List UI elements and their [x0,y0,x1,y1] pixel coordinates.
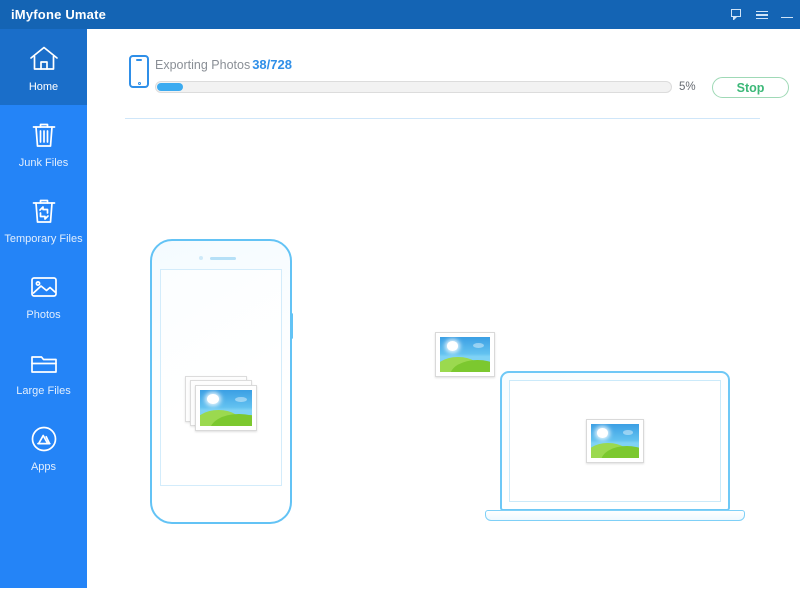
cloud-shape [622,430,634,435]
minimize-icon[interactable] [780,8,794,22]
app-store-icon [27,422,61,456]
photo-image [591,424,639,458]
app-title: iMyfone Umate [11,7,107,22]
laptop-base [485,510,745,521]
sidebar-item-photos[interactable]: Photos [0,257,87,333]
laptop-screen [509,380,721,502]
stop-button[interactable]: Stop [712,77,789,98]
phone-screen [160,269,282,486]
photo-image [200,390,252,426]
sidebar-item-temporary-files[interactable]: Temporary Files [0,181,87,257]
progress-percent: 5% [679,81,696,93]
photo-stack-icon [185,376,259,432]
photo-thumbnail [586,419,644,463]
cloud-shape [235,397,247,403]
sidebar-item-large-files[interactable]: Large Files [0,333,87,409]
iphone-illustration [150,239,293,524]
sidebar-item-label: Junk Files [18,156,69,169]
sidebar: Home Junk Files Temporary Files Photos L… [0,29,87,588]
phone-icon [129,55,149,88]
recycle-trash-icon [27,194,61,228]
main-content: Exporting Photos 38/728 5% Stop [87,29,800,588]
home-icon [27,42,61,76]
app-window: iMyfone Umate Home Junk Files Temporary … [0,0,800,600]
sidebar-item-home[interactable]: Home [0,29,87,105]
window-controls [730,0,794,29]
feedback-icon[interactable] [730,8,744,22]
sun-shape [446,341,458,351]
sidebar-item-label: Temporary Files [4,232,83,245]
sidebar-item-junk-files[interactable]: Junk Files [0,105,87,181]
photo-image [440,337,490,372]
menu-icon[interactable] [755,8,769,22]
phone-speaker [210,257,236,260]
sidebar-item-label: Home [28,80,59,93]
progress-status-text: Exporting Photos [155,58,251,72]
phone-side-button [290,313,293,339]
sidebar-item-label: Large Files [16,384,71,397]
phone-camera-dot [199,256,203,260]
folder-icon [27,346,61,380]
title-bar: iMyfone Umate [0,0,800,29]
progress-bar-fill [157,83,183,91]
cloud-shape [473,343,484,349]
sidebar-item-label: Apps [30,460,57,473]
photo-icon [27,270,61,304]
sidebar-item-apps[interactable]: Apps [0,409,87,485]
progress-panel: Exporting Photos 38/728 5% Stop [87,29,800,119]
sun-shape [597,428,608,438]
photo-thumbnail [195,385,257,431]
laptop-lid [500,371,730,511]
progress-status: Exporting Photos 38/728 [155,57,292,72]
laptop-illustration [485,371,745,531]
transfer-illustration [87,119,800,588]
trash-icon [27,118,61,152]
sun-shape [207,394,219,405]
progress-counter: 38/728 [252,57,292,72]
progress-bar [155,81,672,93]
sidebar-item-label: Photos [26,308,61,321]
